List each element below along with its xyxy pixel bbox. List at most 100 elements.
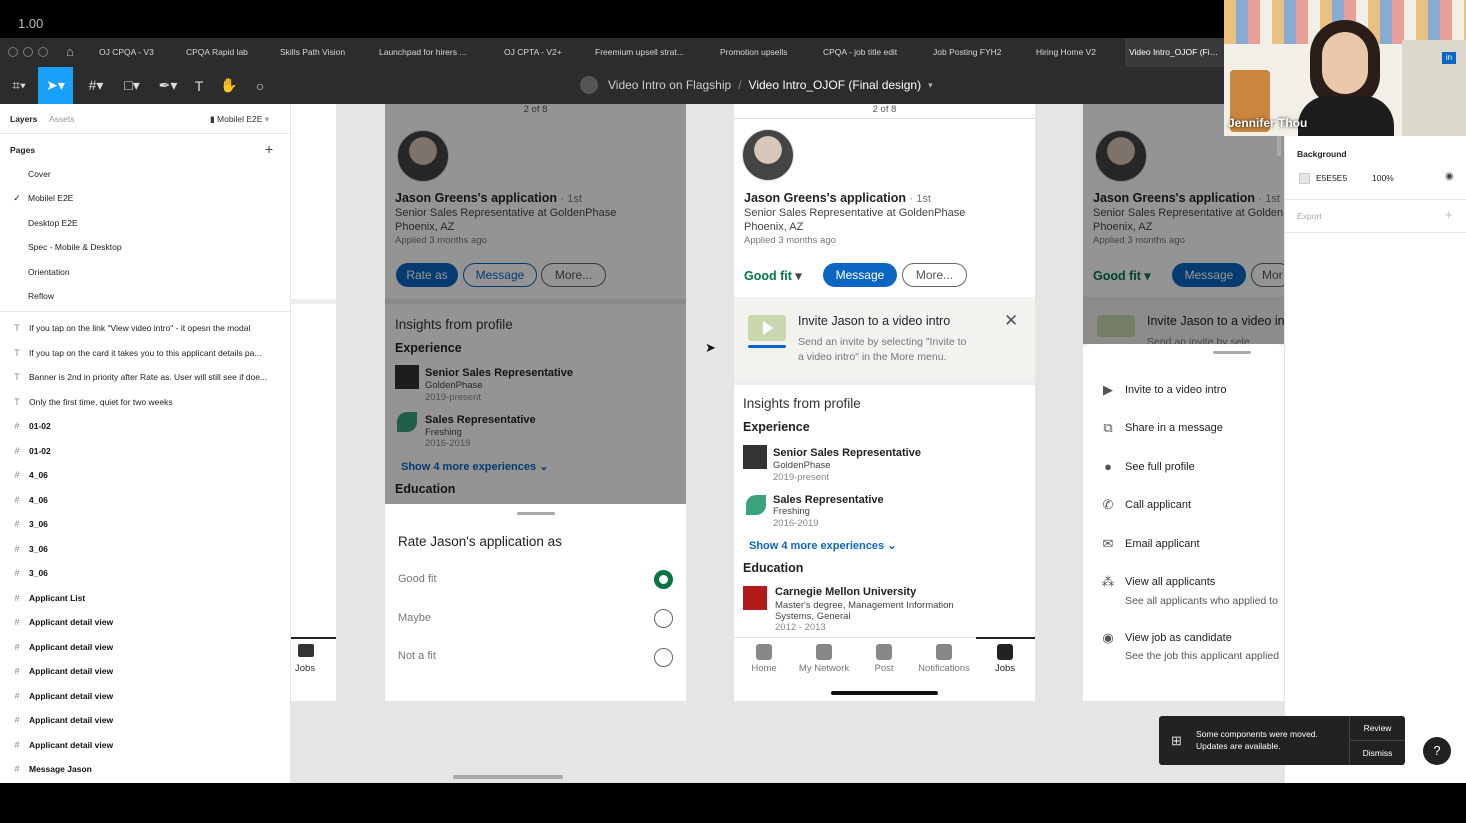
layer-frame[interactable]: #3_06 (0, 537, 290, 561)
layer-frame[interactable]: #01-02 (0, 414, 290, 438)
page-item[interactable]: Spec - Mobile & Desktop (0, 235, 290, 259)
layer-frame[interactable]: # Applicant detail view (0, 610, 290, 634)
layer-frame[interactable]: # Applicant detail view (0, 635, 290, 659)
close-icon[interactable]: ✕ (1004, 311, 1018, 331)
layer-text[interactable]: T If you tap on the link "View video intr… (0, 316, 290, 340)
layer-frame[interactable]: # Applicant detail view (0, 659, 290, 683)
add-page-icon[interactable]: + (265, 141, 273, 157)
main-menu-icon[interactable]: ⌗▾ (4, 67, 34, 104)
rate-option-maybe[interactable]: Maybe (398, 612, 431, 624)
layer-frame[interactable]: # Applicant detail view (0, 733, 290, 757)
comment-tool-icon[interactable]: ○ (248, 67, 272, 104)
page-item[interactable]: Cover (0, 162, 290, 186)
tab-oj-cpqa-v3[interactable]: OJ CPQA - V3 (95, 38, 165, 67)
nav-home[interactable]: Home (734, 638, 794, 674)
page-item[interactable]: Reflow (0, 284, 290, 308)
tab-layers[interactable]: Layers (10, 114, 37, 124)
page-item[interactable]: Orientation (0, 260, 290, 284)
tab-hiring-home-v2[interactable]: Hiring Home V2 (1032, 38, 1112, 67)
menu-view-all-applicants[interactable]: ⁂ View all applicants (1083, 572, 1283, 592)
background-opacity-input[interactable]: 100% (1372, 173, 1394, 183)
design-canvas[interactable]: Jobs 2 of 8 Jason Greens's application ·… (291, 104, 1284, 783)
background-hex-input[interactable]: E5E5E5 (1316, 173, 1347, 183)
tab-video-intro-ojof[interactable]: Video Intro_OJOF (Fin... (1125, 38, 1224, 67)
window-close-icon[interactable] (8, 47, 18, 57)
video-intro-banner[interactable]: Invite Jason to a video intro Send an in… (734, 297, 1035, 379)
layer-frame[interactable]: # Message Jason (0, 757, 290, 781)
layer-frame[interactable]: # Applicant detail view (0, 708, 290, 732)
horizontal-scrollbar[interactable] (453, 775, 563, 779)
menu-see-full-profile[interactable]: ● See full profile (1083, 457, 1283, 477)
frame-tool-icon[interactable]: #▾ (80, 67, 112, 104)
radio-good-fit[interactable] (654, 570, 673, 589)
move-tool-icon[interactable]: ➤▾ (38, 67, 73, 104)
page-item[interactable]: Desktop E2E (0, 211, 290, 235)
dismiss-button[interactable]: Dismiss (1350, 741, 1405, 765)
good-fit-dropdown[interactable]: Good fit ▾ (744, 268, 802, 283)
layer-frame[interactable]: # Applicant List (0, 586, 290, 610)
tab-cpqa-rapid-lab[interactable]: CPQA Rapid lab (182, 38, 262, 67)
add-export-icon[interactable]: + (1445, 207, 1453, 222)
sheet-handle[interactable] (517, 512, 555, 515)
show-more-experiences-link[interactable]: Show 4 more experiences ⌄ (749, 539, 896, 552)
frame-more-menu: Jason Greens's application · 1st Senior … (1083, 104, 1284, 701)
layer-frame[interactable]: #01-02 (0, 439, 290, 463)
chevron-down-icon[interactable]: ▾ (928, 80, 933, 91)
hand-tool-icon[interactable]: ✋ (218, 67, 240, 104)
layer-frame[interactable]: #3_06 (0, 561, 290, 585)
layer-text[interactable]: T If you tap on the card it takes you to … (0, 341, 290, 365)
rate-option-good-fit[interactable]: Good fit (398, 573, 437, 585)
radio-not-a-fit[interactable] (654, 648, 673, 667)
page-selector[interactable]: ▮ Mobilel E2E ▾ (210, 114, 269, 125)
nav-jobs[interactable]: Jobs (975, 638, 1035, 674)
layer-text[interactable]: T Only the first time, quiet for two week… (0, 390, 290, 414)
menu-email-applicant[interactable]: ✉ Email applicant (1083, 534, 1283, 554)
modal-scrim[interactable] (1083, 104, 1284, 344)
shape-tool-icon[interactable]: □▾ (116, 67, 148, 104)
avatar (742, 129, 794, 181)
rate-option-not-a-fit[interactable]: Not a fit (398, 650, 436, 662)
nav-my-network[interactable]: My Network (794, 638, 854, 674)
radio-maybe[interactable] (654, 609, 673, 628)
message-button[interactable]: Message (823, 263, 897, 287)
visibility-eye-icon[interactable]: ◉ (1445, 171, 1454, 182)
file-name[interactable]: Video Intro_OJOF (Final design) (749, 78, 922, 92)
tab-skills-path-vision[interactable]: Skills Path Vision (276, 38, 361, 67)
layer-text[interactable]: T Banner is 2nd in priority after Rate as… (0, 365, 290, 389)
pen-tool-icon[interactable]: ✒▾ (152, 67, 184, 104)
layer-frame[interactable]: #4_06 (0, 463, 290, 487)
layer-frame[interactable]: #4_06 (0, 488, 290, 512)
layer-frame[interactable]: #3_06 (0, 512, 290, 536)
window-zoom-icon[interactable] (38, 47, 48, 57)
home-icon[interactable]: ⌂ (66, 44, 74, 59)
menu-invite-video-intro[interactable]: ▶ Invite to a video intro (1083, 380, 1283, 400)
color-swatch[interactable] (1299, 173, 1310, 184)
menu-view-job-sub: See the job this applicant applied (1125, 650, 1280, 662)
menu-call-applicant[interactable]: ✆ Call applicant (1083, 495, 1283, 515)
home-icon (756, 644, 772, 660)
review-button[interactable]: Review (1350, 716, 1405, 740)
window-minimize-icon[interactable] (23, 47, 33, 57)
project-name[interactable]: Video Intro on Flagship (608, 78, 731, 92)
nav-notifications[interactable]: Notifications (914, 638, 974, 674)
menu-view-job-as-candidate[interactable]: ◉ View job as candidate (1083, 628, 1283, 648)
text-layer-icon: T (14, 372, 20, 382)
tab-freemium-upsell[interactable]: Freemium upsell strat... (591, 38, 696, 67)
video-call-tile: in Jennifer Thou (1224, 0, 1466, 136)
tab-cpqa-job-title-edit[interactable]: CPQA - job title edit (819, 38, 914, 67)
menu-share-message[interactable]: ⧉ Share in a message (1083, 418, 1283, 438)
tab-job-posting-fyh2[interactable]: Job Posting FYH2 (929, 38, 1014, 67)
text-tool-icon[interactable]: T (188, 67, 210, 104)
help-button[interactable]: ? (1423, 737, 1451, 765)
tab-promotion-upsells[interactable]: Promotion upsells (716, 38, 801, 67)
more-button[interactable]: More... (902, 263, 967, 287)
page-item[interactable]: ✓ Mobilel E2E (0, 186, 290, 210)
tab-assets[interactable]: Assets (49, 114, 75, 124)
tab-launchpad[interactable]: Launchpad for hirers ... (375, 38, 480, 67)
vertical-scrollbar[interactable] (1277, 134, 1281, 156)
sheet-handle[interactable] (1213, 351, 1251, 354)
tab-oj-cpta-v2[interactable]: OJ CPTA - V2+ (500, 38, 575, 67)
nav-post[interactable]: Post (854, 638, 914, 674)
modal-scrim[interactable] (385, 104, 686, 504)
layer-frame[interactable]: # Applicant detail view (0, 684, 290, 708)
